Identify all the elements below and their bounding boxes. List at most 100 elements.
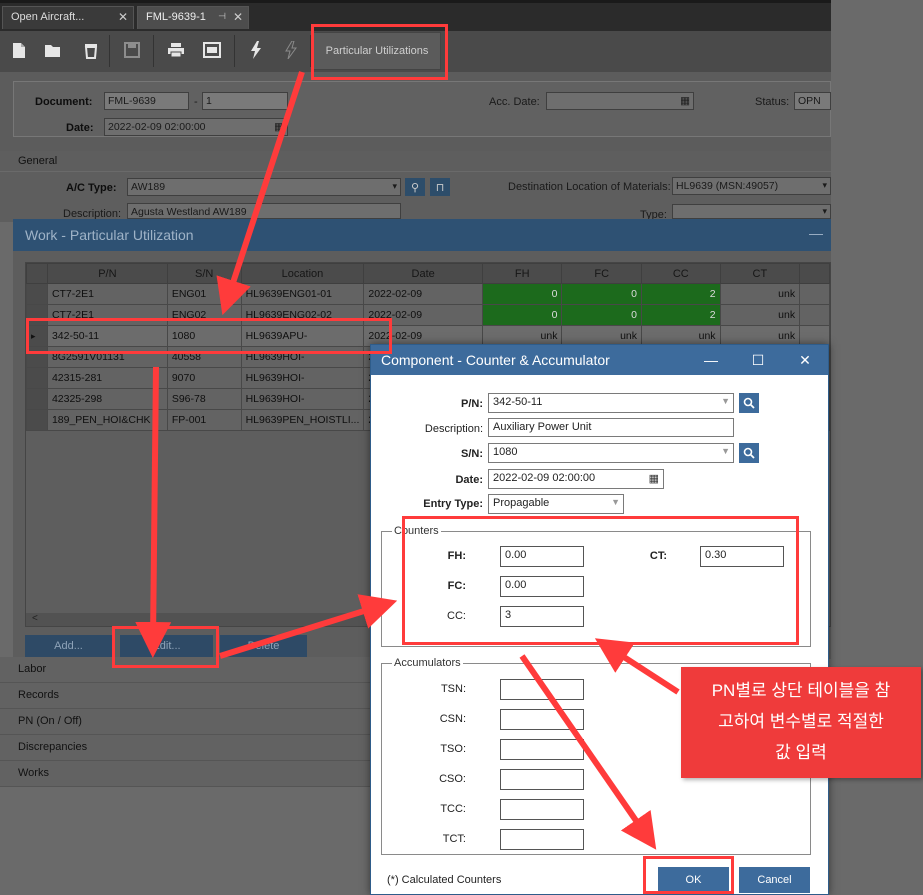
cell-pn[interactable]: CT7-2E1	[46, 283, 168, 305]
column-header-sn[interactable]: S/N	[166, 263, 242, 284]
print-preview-icon[interactable]	[201, 38, 223, 62]
cell-location[interactable]: HL9639ENG02-02	[240, 304, 365, 326]
cell-sn[interactable]: 40558	[166, 346, 242, 368]
cell-pn[interactable]: CT7-2E1	[46, 304, 168, 326]
section-discrepancies[interactable]: Discrepancies	[0, 735, 370, 761]
cell-cc[interactable]: 2	[641, 304, 721, 326]
cell-ct[interactable]: unk	[719, 283, 801, 305]
destination-field[interactable]: HL9639 (MSN:49057) ▾	[672, 177, 831, 195]
minimize-icon[interactable]: —	[809, 225, 823, 241]
type-field[interactable]: ▾	[672, 204, 831, 219]
tcc-input[interactable]	[500, 799, 584, 820]
minimize-icon[interactable]: —	[699, 349, 723, 371]
cell-fh[interactable]: 0	[481, 304, 563, 326]
add-button[interactable]: Add...	[25, 635, 112, 657]
column-header-fh[interactable]: FH	[481, 263, 563, 284]
date-field[interactable]: 2022-02-09 02:00:00 ▦	[488, 469, 664, 489]
edit-button[interactable]: Edit...	[120, 635, 213, 657]
cell-fc[interactable]: 0	[561, 304, 642, 326]
entry-type-select[interactable]: Propagable ▼	[488, 494, 624, 514]
csn-input[interactable]	[500, 709, 584, 730]
ct-input[interactable]: 0.30	[700, 546, 784, 567]
grid-horizontal-scrollbar[interactable]: <	[26, 613, 371, 626]
general-section-header[interactable]: General	[0, 151, 831, 171]
cell-date[interactable]: 2022-02-09	[363, 283, 483, 305]
sn-field[interactable]: 1080 ▼	[488, 443, 734, 463]
document-date-field[interactable]: 2022-02-09 02:00:00 ▦	[104, 118, 288, 136]
section-works[interactable]: Works	[0, 761, 370, 787]
pin-icon[interactable]: ⊣	[218, 11, 226, 22]
table-row[interactable]: CT7-2E1 ENG02 HL9639ENG02-02 2022-02-09 0 0 2 u…	[26, 304, 830, 326]
open-folder-icon[interactable]	[42, 38, 64, 62]
row-header[interactable]	[26, 388, 48, 410]
cell-location[interactable]: HL9639ENG01-01	[240, 283, 365, 305]
cell-sn[interactable]: 9070	[166, 367, 242, 389]
lightning-icon[interactable]	[245, 38, 267, 62]
tab-open-aircraft[interactable]: Open Aircraft... ✕	[2, 6, 134, 29]
cell-sn[interactable]: S96-78	[166, 388, 242, 410]
chevron-down-icon[interactable]: ▾	[822, 206, 827, 217]
cell-sn[interactable]: ENG01	[166, 283, 242, 305]
row-header[interactable]	[26, 409, 48, 431]
column-header-fc[interactable]: FC	[561, 263, 642, 284]
ok-button[interactable]: OK	[658, 867, 729, 893]
particular-utilizations-button[interactable]: Particular Utilizations	[313, 32, 441, 70]
calendar-icon[interactable]: ▦	[680, 95, 690, 107]
chevron-down-icon[interactable]: ▾	[822, 180, 827, 191]
fh-input[interactable]: 0.00	[500, 546, 584, 567]
cso-input[interactable]	[500, 769, 584, 790]
cell-fc[interactable]: 0	[561, 283, 642, 305]
cancel-button[interactable]: Cancel	[739, 867, 810, 893]
cell-pn[interactable]: 42315-281	[46, 367, 168, 389]
print-icon[interactable]	[165, 38, 187, 62]
cell-sn[interactable]: FP-001	[166, 409, 242, 431]
cell-location[interactable]: HL9639PEN_HOISTLI...	[240, 409, 365, 431]
chevron-down-icon[interactable]: ▼	[611, 497, 620, 507]
chevron-down-icon[interactable]: ▼	[721, 396, 730, 406]
lightning-disabled-icon[interactable]	[280, 38, 302, 62]
document-number-field[interactable]: FML-9639	[104, 92, 189, 110]
tso-input[interactable]	[500, 739, 584, 760]
cell-location[interactable]: HL9639APU-	[240, 325, 365, 347]
section-records[interactable]: Records	[0, 683, 370, 709]
row-header[interactable]: ▸	[26, 325, 48, 347]
column-header-pn[interactable]: P/N	[46, 263, 168, 284]
ac-type-field[interactable]: AW189 ▾	[127, 178, 401, 196]
cell-pn[interactable]: 8G2591V01131	[46, 346, 168, 368]
close-icon[interactable]: ✕	[793, 349, 817, 371]
cell-pn[interactable]: 42325-298	[46, 388, 168, 410]
fc-input[interactable]: 0.00	[500, 576, 584, 597]
column-header-cc[interactable]: CC	[641, 263, 721, 284]
delete-icon[interactable]	[80, 38, 102, 62]
cell-location[interactable]: HL9639HOI-	[240, 346, 365, 368]
tsn-input[interactable]	[500, 679, 584, 700]
new-document-icon[interactable]	[8, 38, 30, 62]
delete-button[interactable]: Delete	[220, 635, 307, 657]
row-header[interactable]	[26, 283, 48, 305]
cell-cc[interactable]: 2	[641, 283, 721, 305]
calendar-icon[interactable]: ▦	[649, 472, 659, 485]
row-header[interactable]	[26, 367, 48, 389]
close-icon[interactable]: ✕	[233, 10, 243, 24]
cell-sn[interactable]: ENG02	[166, 304, 242, 326]
document-suffix-field[interactable]: 1	[202, 92, 288, 110]
column-header-ct[interactable]: CT	[719, 263, 801, 284]
tab-fml-9639-1[interactable]: FML-9639-1 ⊣ ✕	[137, 6, 249, 29]
scroll-left-icon[interactable]: <	[32, 613, 38, 624]
section-pn-on-off[interactable]: PN (On / Off)	[0, 709, 370, 735]
row-header[interactable]	[26, 346, 48, 368]
table-row[interactable]: CT7-2E1 ENG01 HL9639ENG01-01 2022-02-09 0 0 2 u…	[26, 283, 830, 305]
close-icon[interactable]: ✕	[118, 10, 128, 24]
maximize-icon[interactable]: ☐	[746, 349, 770, 371]
calendar-icon[interactable]: ▦	[274, 121, 284, 133]
cc-input[interactable]: 3	[500, 606, 584, 627]
save-icon[interactable]	[121, 38, 143, 62]
row-header[interactable]	[26, 304, 48, 326]
tct-input[interactable]	[500, 829, 584, 850]
cell-sn[interactable]: 1080	[166, 325, 242, 347]
search-icon[interactable]	[739, 443, 759, 463]
cell-ct[interactable]: unk	[719, 304, 801, 326]
section-labor[interactable]: Labor	[0, 657, 370, 683]
cell-location[interactable]: HL9639HOI-	[240, 388, 365, 410]
column-header-location[interactable]: Location	[240, 263, 365, 284]
